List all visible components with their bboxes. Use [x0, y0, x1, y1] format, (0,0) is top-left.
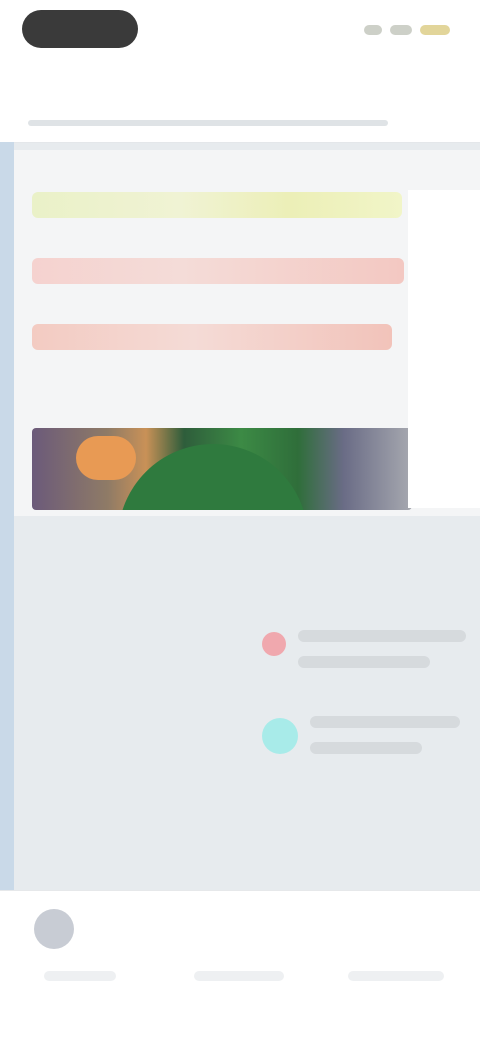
bottom-navigation: [0, 890, 480, 1041]
right-panel: [408, 190, 480, 508]
nav-item-2[interactable]: [194, 971, 284, 981]
notification-text: [310, 716, 460, 768]
header-divider-line: [28, 120, 388, 126]
notification-text: [298, 630, 466, 682]
notification-item[interactable]: [262, 716, 480, 768]
chat-icon: [262, 718, 298, 754]
image-sun-shape: [76, 436, 136, 480]
notification-line: [310, 742, 422, 754]
left-rail: [0, 142, 14, 890]
battery-icon: [420, 25, 450, 35]
notification-item[interactable]: [262, 630, 480, 682]
wifi-icon: [390, 25, 412, 35]
status-bar: [0, 0, 480, 64]
signal-icon: [364, 25, 382, 35]
hero-image[interactable]: [32, 428, 412, 510]
headline-line: [32, 192, 402, 218]
notification-line: [298, 630, 466, 642]
notification-line: [298, 656, 430, 668]
headline-line: [32, 324, 392, 350]
status-icons: [354, 22, 450, 38]
avatar[interactable]: [34, 909, 74, 949]
nav-item-3[interactable]: [348, 971, 444, 981]
notification-line: [310, 716, 460, 728]
image-hill-shape: [118, 444, 308, 510]
camera-pill: [22, 10, 138, 48]
page-header: [0, 64, 480, 143]
notification-cluster: [262, 630, 480, 830]
alert-icon: [262, 632, 286, 656]
nav-item-1[interactable]: [44, 971, 116, 981]
headline-line: [32, 258, 404, 284]
headline-block: [32, 192, 412, 422]
